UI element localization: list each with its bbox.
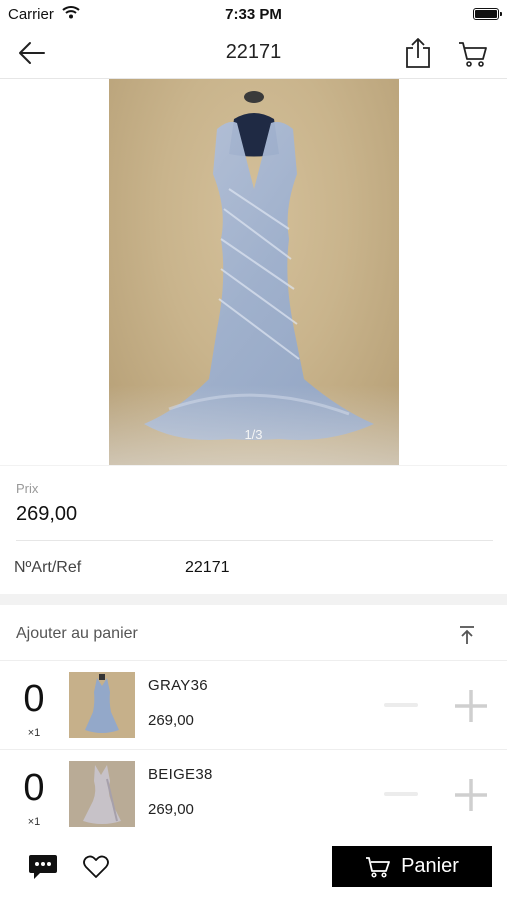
share-icon[interactable] <box>404 37 432 69</box>
add-to-cart-title: Ajouter au panier <box>16 625 138 642</box>
variant-row: 0 ×1 GRAY36 269,00 <box>0 661 507 750</box>
add-to-cart-header: Ajouter au panier <box>0 605 507 661</box>
increase-quantity-button[interactable] <box>453 777 489 813</box>
bottom-action-bar: Panier <box>0 837 507 900</box>
variant-thumbnail <box>69 672 135 738</box>
variant-thumbnail <box>69 761 135 827</box>
divider <box>16 540 493 541</box>
gallery-counter: 1/3 <box>244 427 263 442</box>
variant-price: 269,00 <box>148 801 194 818</box>
battery-icon <box>473 8 502 20</box>
reference-value: 22171 <box>185 559 230 576</box>
variant-name: GRAY36 <box>148 677 208 694</box>
cart-button-label: Panier <box>401 855 459 877</box>
price-label: Prix <box>16 481 39 496</box>
chat-icon[interactable] <box>28 853 58 881</box>
quantity-value: 0 <box>23 767 45 809</box>
quantity-multiplier: ×1 <box>27 816 41 828</box>
decrease-quantity-button[interactable] <box>384 703 418 707</box>
product-photo[interactable] <box>109 79 399 465</box>
reference-label: NºArt/Ref <box>14 559 82 576</box>
status-bar: Carrier 7:33 PM <box>0 0 507 28</box>
increase-quantity-button[interactable] <box>453 688 489 724</box>
variant-row: 0 ×1 BEIGE38 269,00 <box>0 750 507 839</box>
decrease-quantity-button[interactable] <box>384 792 418 796</box>
price-card: Prix 269,00 NºArt/Ref 22171 <box>0 466 507 594</box>
clock: 7:33 PM <box>225 6 282 23</box>
navigation-bar: 22171 <box>0 28 507 79</box>
cart-icon[interactable] <box>458 40 488 68</box>
price-value: 269,00 <box>16 503 78 525</box>
add-to-cart-section: Ajouter au panier 0 ×1 GRAY36 269,00 0 ×… <box>0 605 507 839</box>
variant-price: 269,00 <box>148 712 194 729</box>
quantity-value: 0 <box>23 678 45 720</box>
variant-name: BEIGE38 <box>148 766 213 783</box>
quantity-multiplier: ×1 <box>27 727 41 739</box>
add-to-cart-button[interactable]: Panier <box>332 846 492 887</box>
cart-icon <box>366 856 390 878</box>
product-gallery[interactable]: 1/3 <box>0 79 507 465</box>
heart-icon[interactable] <box>83 855 109 879</box>
collapse-up-icon[interactable] <box>457 625 477 645</box>
